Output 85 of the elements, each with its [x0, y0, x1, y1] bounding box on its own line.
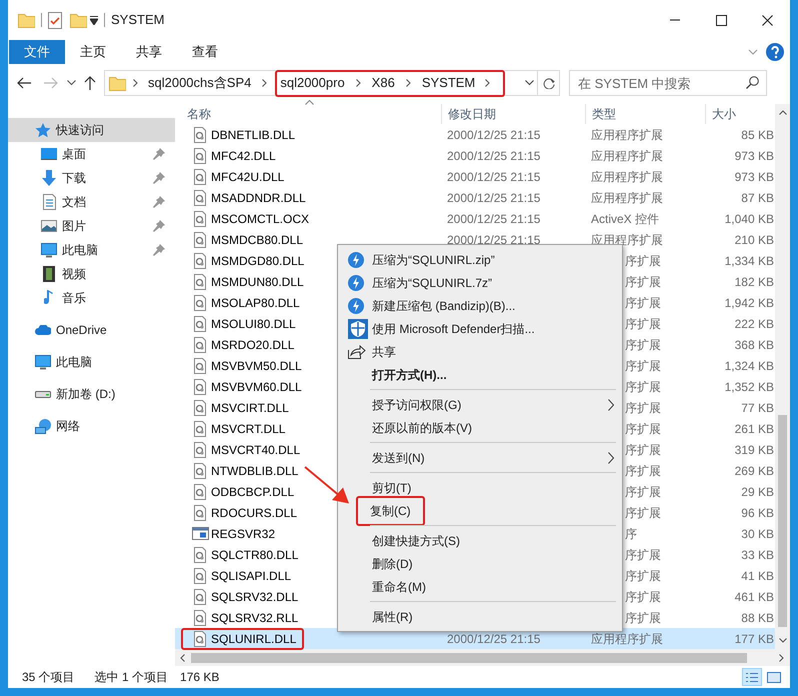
date-cell-text: 2000/12/25 21:15 [446, 168, 542, 186]
file-name: MSMDGD80.DLL [211, 252, 304, 270]
file-name: MSMDCB80.DLL [211, 232, 304, 248]
type-cell-text: 序扩展 [625, 378, 662, 396]
type-cell-text: 序扩展 [625, 462, 662, 480]
type-cell-text: 应用程序扩展 [590, 126, 664, 144]
type-cell-text: 序扩展 [625, 484, 662, 500]
file-name: DBNETLIB.DLL [211, 126, 296, 144]
size-cell-text: 33 KB [740, 546, 775, 564]
size-cell-text: 177 KB [734, 630, 775, 648]
type-cell-text: 序扩展 [625, 568, 662, 584]
date-cell-text: 2000/12/25 21:15 [446, 126, 542, 144]
file-name: SQLUNIRL.DLL [211, 630, 296, 648]
size-cell-text: 1,324 KB [724, 358, 775, 374]
file-name: MSADDNDR.DLL [211, 190, 306, 206]
type-cell-text: 序扩展 [625, 252, 662, 270]
type-cell-text: ActiveX 控件 [590, 210, 660, 228]
date-cell-text: 2000/12/25 21:15 [446, 232, 542, 248]
window-title: SYSTEM [111, 11, 164, 30]
size-cell-text: 269 KB [734, 462, 775, 480]
type-cell-text: 序扩展 [625, 546, 662, 564]
size-cell-text: 461 KB [734, 588, 775, 606]
file-name: ODBCBCP.DLL [211, 484, 294, 500]
size-cell-text: 182 KB [734, 274, 775, 290]
type-cell-text: 序扩展 [625, 420, 662, 438]
selection-size: 176 KB [180, 669, 220, 686]
type-cell-text: 序扩展 [625, 610, 662, 626]
file-name: MSRDO20.DLL [211, 336, 294, 354]
size-cell-text: 77 KB [740, 400, 775, 416]
file-name: NTWDBLIB.DLL [211, 462, 298, 480]
date-cell-text: 2000/12/25 21:15 [446, 630, 542, 648]
size-cell-text: 96 KB [740, 504, 775, 522]
file-name: RDOCURS.DLL [211, 504, 298, 522]
size-cell-text: 319 KB [734, 442, 775, 458]
size-cell-text: 222 KB [734, 316, 775, 332]
size-cell-text: 30 KB [740, 526, 775, 542]
file-name: SQLCTR80.DLL [211, 546, 298, 564]
type-cell-text: 序扩展 [625, 274, 662, 290]
type-cell-text: 序扩展 [625, 358, 662, 374]
type-cell-text: 序 [625, 526, 638, 542]
size-cell-text: 88 KB [740, 610, 775, 626]
file-name: MSOLUI80.DLL [211, 316, 296, 332]
item-count: 35 个项目 [22, 669, 75, 686]
file-name: SQLSRV32.DLL [211, 588, 298, 606]
file-name: MSOLAP80.DLL [211, 294, 300, 312]
size-cell-text: 261 KB [734, 420, 775, 438]
size-cell-text: 210 KB [734, 232, 775, 248]
size-cell-text: 41 KB [740, 568, 775, 584]
file-name: MSVBVM60.DLL [211, 378, 302, 396]
size-cell-text: 1,942 KB [724, 294, 775, 312]
file-name: MFC42.DLL [211, 148, 276, 164]
file-name: MSVCIRT.DLL [211, 400, 289, 416]
type-cell-text: 应用程序扩展 [590, 190, 664, 206]
type-cell-text: 序扩展 [625, 588, 662, 606]
size-cell-text: 29 KB [740, 484, 775, 500]
selection-info: 选中 1 个项目 [94, 669, 168, 686]
type-cell-text: 序扩展 [625, 504, 662, 522]
type-cell-text: 序扩展 [625, 442, 662, 458]
date-cell-text: 2000/12/25 21:15 [446, 190, 542, 206]
type-cell-text: 应用程序扩展 [590, 148, 664, 164]
size-cell-text: 1,040 KB [724, 210, 775, 228]
size-cell-text: 368 KB [734, 336, 775, 354]
file-name: SQLISAPI.DLL [211, 568, 292, 584]
type-cell-text: 应用程序扩展 [590, 630, 664, 648]
file-name: MSCOMCTL.OCX [211, 210, 310, 228]
file-name: REGSVR32 [211, 526, 276, 542]
type-cell-text: 序扩展 [625, 294, 662, 312]
size-cell-text: 87 KB [740, 190, 775, 206]
size-cell-text: 1,334 KB [724, 252, 775, 270]
size-cell-text: 85 KB [740, 126, 775, 144]
type-cell-text: 应用程序扩展 [590, 168, 664, 186]
file-name: MSVCRT40.DLL [211, 442, 300, 458]
size-cell-text: 973 KB [734, 168, 775, 186]
file-name: MSMDUN80.DLL [211, 274, 304, 290]
date-cell-text: 2000/12/25 21:15 [446, 148, 542, 164]
type-cell-text: 序扩展 [625, 316, 662, 332]
type-cell-text: 序扩展 [625, 336, 662, 354]
size-cell-text: 973 KB [734, 148, 775, 164]
date-cell-text: 2000/12/25 21:15 [446, 210, 542, 228]
file-name: MSVBVM50.DLL [211, 358, 302, 374]
file-name: MSVCRT.DLL [211, 420, 286, 438]
file-name: MFC42U.DLL [211, 168, 284, 186]
size-cell-text: 1,352 KB [724, 378, 775, 396]
type-cell-text: 序扩展 [625, 400, 662, 416]
file-name: SQLSRV32.RLL [211, 610, 298, 626]
